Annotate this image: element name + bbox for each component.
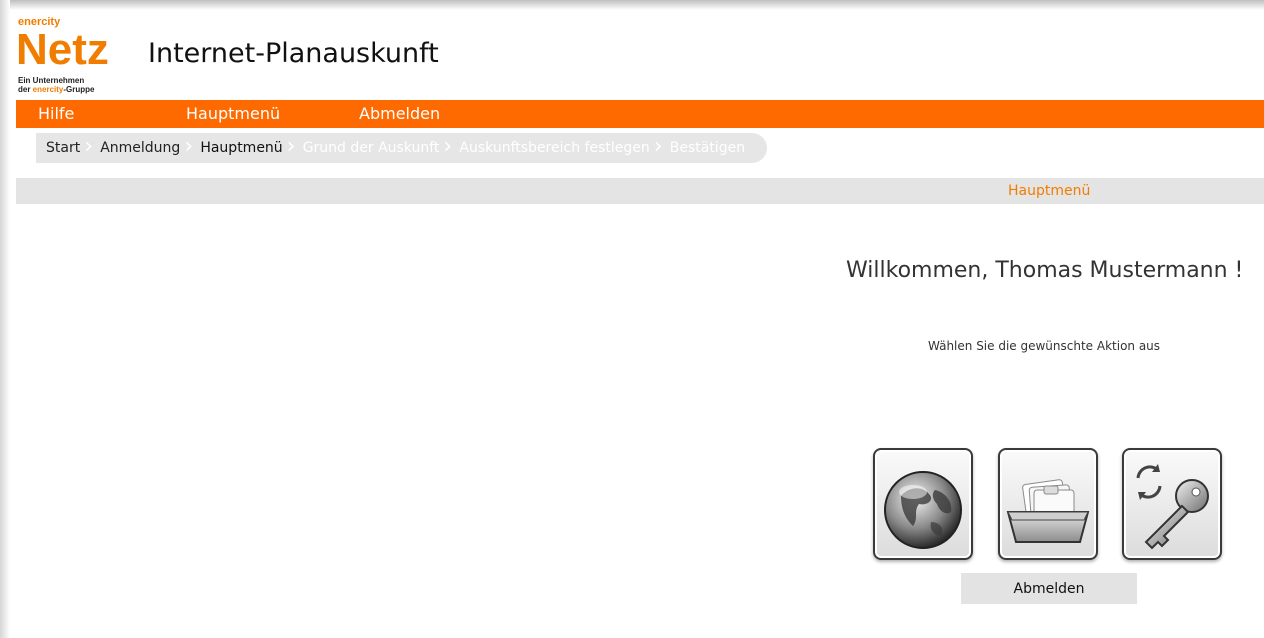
logo-tagline-2: der enercity-Gruppe <box>18 85 94 94</box>
logo-tagline-1: Ein Unternehmen <box>18 76 85 85</box>
enercity-netz-logo[interactable]: enercity Netz Ein Unternehmen der enerci… <box>16 16 126 96</box>
card-file-icon <box>1006 479 1090 543</box>
menu-item-abmelden[interactable]: Abmelden <box>359 104 440 123</box>
breadcrumb: Start › Anmeldung › Hauptmenü › Grund de… <box>36 133 768 163</box>
window-shadow-top <box>0 0 1264 10</box>
logo-tagline-suffix: -Gruppe <box>63 85 95 94</box>
breadcrumb-label: Auskunftsbereich festlegen <box>459 140 650 156</box>
action-tile-key-refresh[interactable] <box>1122 448 1222 560</box>
action-tile-card-file[interactable] <box>998 448 1098 560</box>
main-menubar: Hilfe Hauptmenü Abmelden <box>16 100 1264 128</box>
breadcrumb-label: Hauptmenü <box>200 140 283 156</box>
logo-tagline-prefix: der <box>18 85 33 94</box>
breadcrumb-item-grund: Grund der Auskunft › <box>293 133 453 163</box>
menu-item-hilfe[interactable]: Hilfe <box>38 104 74 123</box>
breadcrumb-item-hauptmenue[interactable]: Hauptmenü › <box>190 133 295 163</box>
logout-button[interactable]: Abmelden <box>961 573 1137 604</box>
app-title: Internet-Planauskunft <box>148 38 439 69</box>
welcome-message: Willkommen, Thomas Mustermann ! <box>846 258 1244 283</box>
breadcrumb-label: Anmeldung <box>100 140 181 156</box>
window-shadow-left <box>0 0 10 638</box>
breadcrumb-label: Start <box>46 140 81 156</box>
breadcrumb-item-start[interactable]: Start › <box>36 133 93 163</box>
action-tile-globe[interactable] <box>873 448 973 560</box>
breadcrumb-label: Bestätigen <box>669 140 746 156</box>
breadcrumb-item-anmeldung[interactable]: Anmeldung › <box>90 133 193 163</box>
breadcrumb-item-bereich: Auskunftsbereich festlegen › <box>449 133 662 163</box>
logo-brand-big: Netz <box>16 25 109 74</box>
menu-item-hauptmenue[interactable]: Hauptmenü <box>186 104 280 123</box>
section-title: Hauptmenü <box>1008 183 1091 199</box>
breadcrumb-label: Grund der Auskunft <box>302 140 440 156</box>
key-refresh-icon <box>1136 464 1209 550</box>
globe-icon <box>884 471 962 549</box>
breadcrumb-item-bestaetigen: Bestätigen <box>660 133 755 163</box>
section-header-bar: Hauptmenü <box>16 178 1264 204</box>
logo-tagline-accent: enercity <box>32 85 64 94</box>
instruction-text: Wählen Sie die gewünschte Aktion aus <box>928 339 1161 353</box>
